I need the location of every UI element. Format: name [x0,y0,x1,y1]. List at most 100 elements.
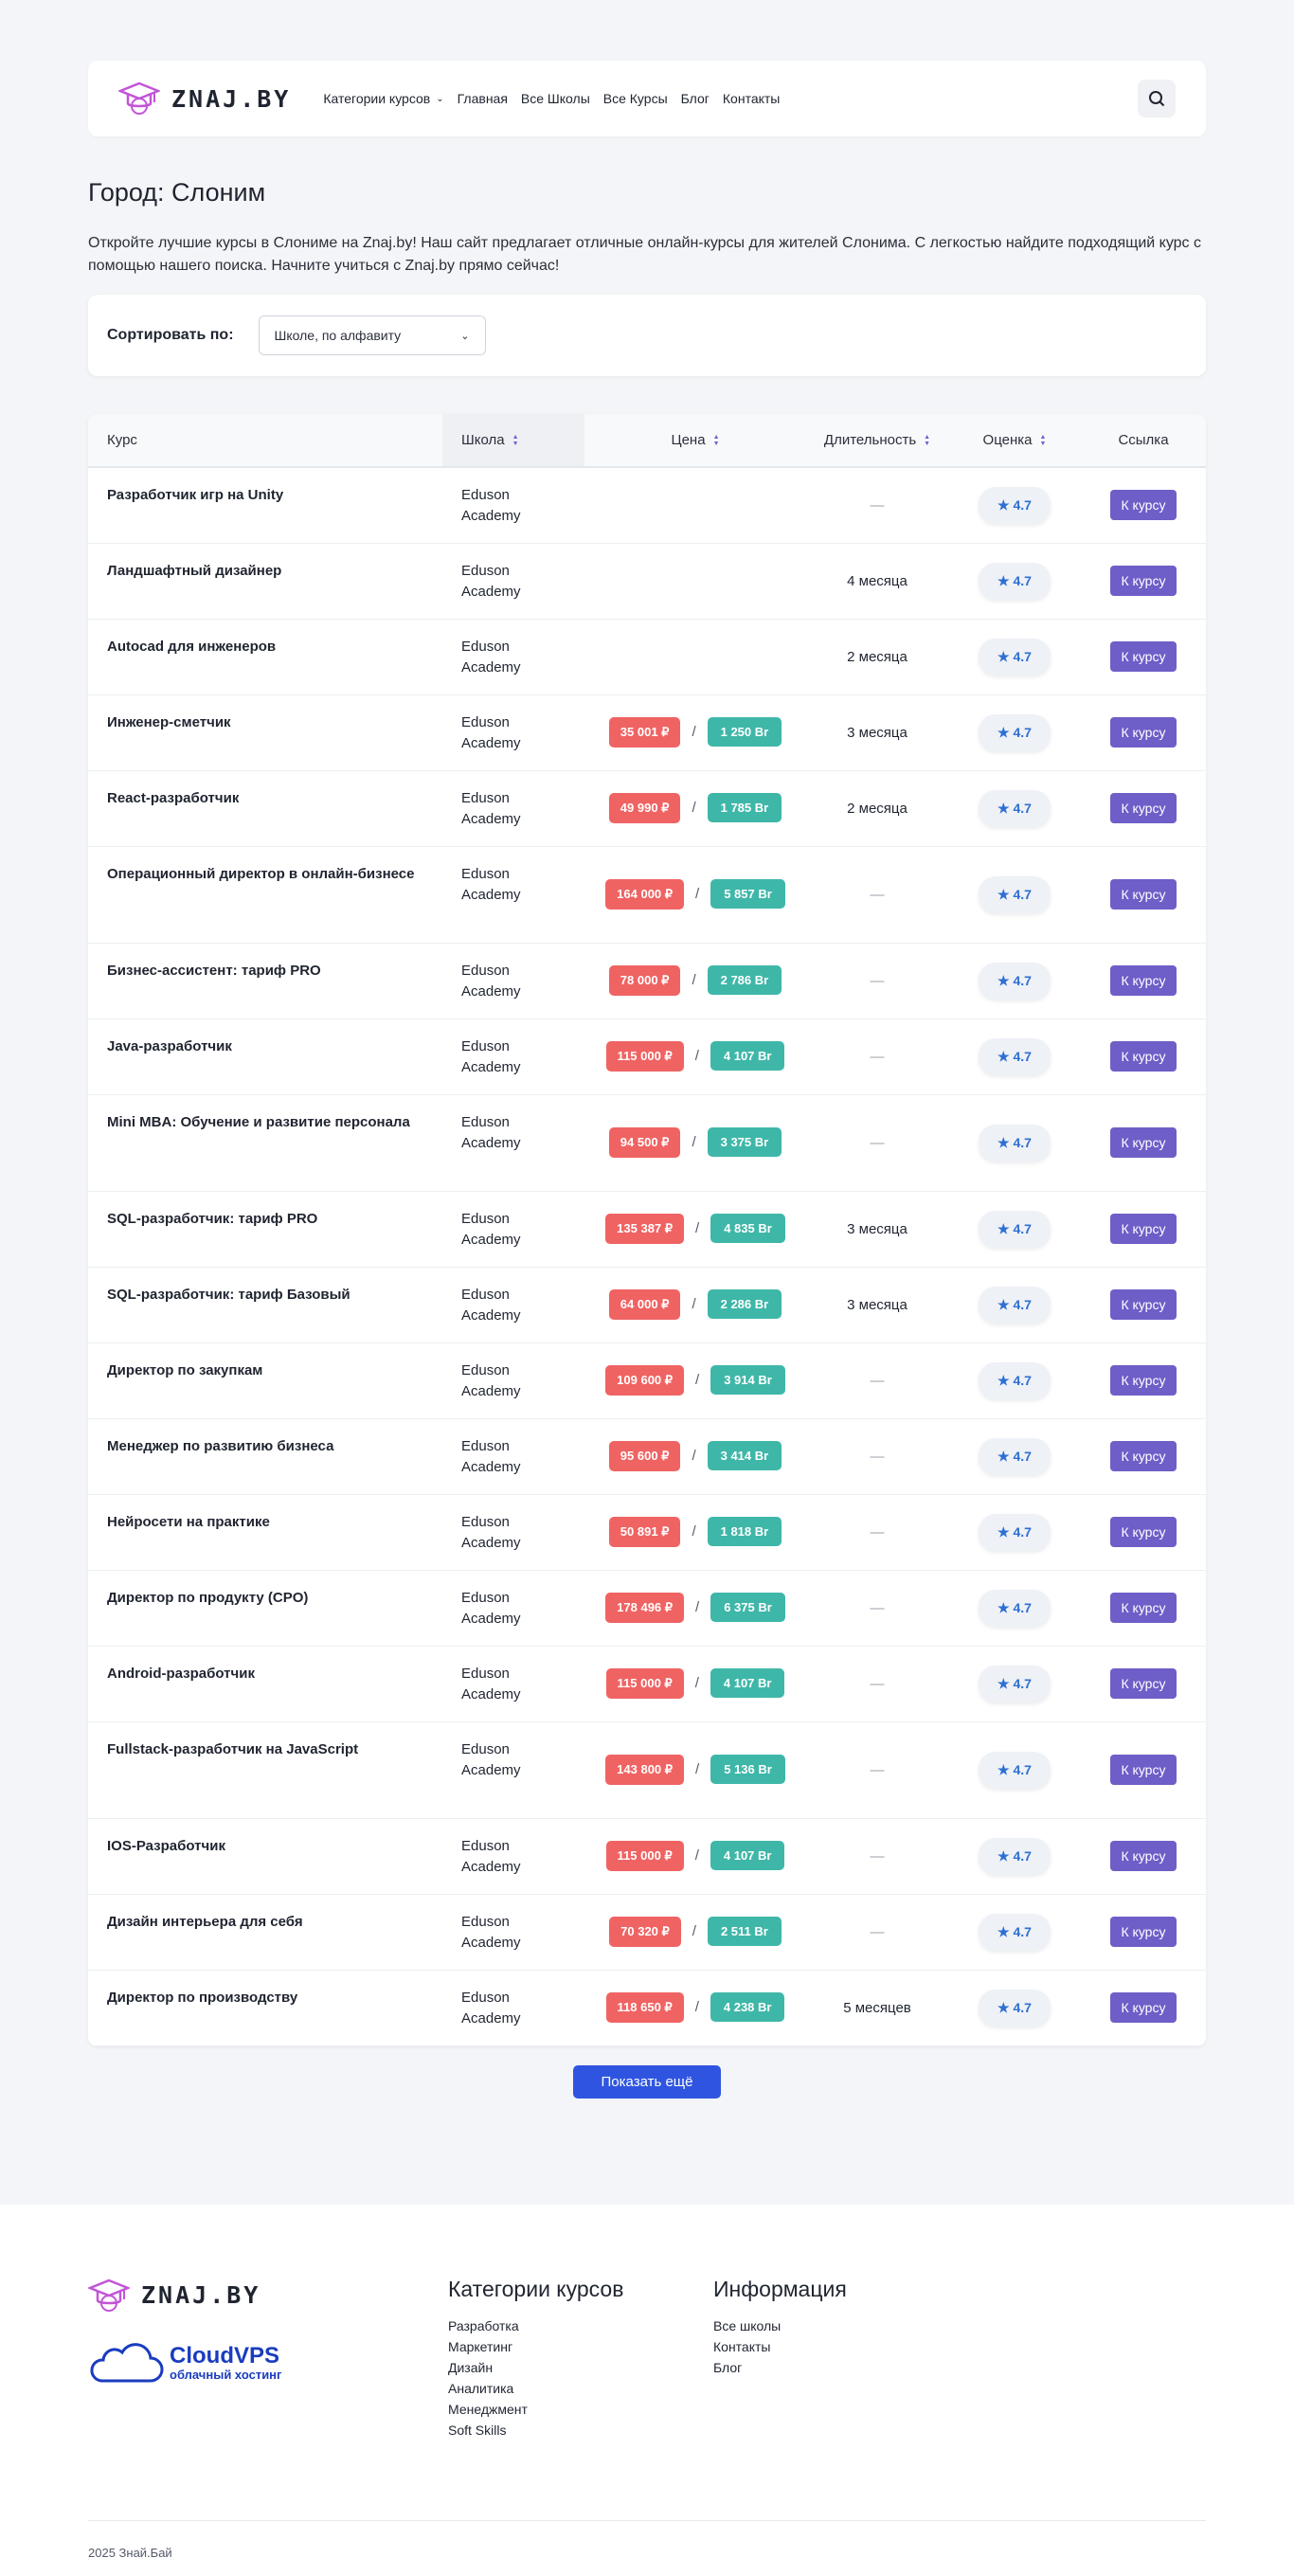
duration-cell: 5 месяцев [806,1970,948,2046]
price-byn: 2 511 Br [707,1917,782,1946]
school-name: Eduson Academy [442,694,584,771]
sort-value: Школе, по алфавиту [274,328,402,343]
footer-category-link[interactable]: Дизайн [448,2357,713,2378]
link-cell: К курсу [1081,1570,1206,1647]
price-byn: 5 857 Br [710,879,785,909]
nav-label: Все Школы [520,91,590,106]
course-link-button[interactable]: К курсу [1109,1214,1177,1244]
rating-cell: ★ 4.7 [948,1570,1081,1647]
price-byn: 4 107 Br [710,1841,785,1870]
header-duration[interactable]: Длительность ▲ ▼ [806,414,948,468]
graduation-cap-icon [118,81,160,115]
course-link-button[interactable]: К курсу [1109,1841,1177,1871]
header-price[interactable]: Цена ▲ ▼ [584,414,806,468]
sort-panel: Сортировать по: Школе, по алфавиту ⌄ [88,295,1206,376]
footer-category-link[interactable]: Маркетинг [448,2336,713,2357]
duration: — [870,1523,885,1540]
price-byn: 4 238 Br [710,1992,785,2022]
rating-cell: ★ 4.7 [948,943,1081,1019]
price-rub: 135 387 ₽ [605,1214,685,1244]
sort-select[interactable]: Школе, по алфавиту ⌄ [258,315,486,355]
link-cell: К курсу [1081,943,1206,1019]
course-link-button[interactable]: К курсу [1109,566,1177,596]
rating-cell: ★ 4.7 [948,1970,1081,2046]
footer-category-link[interactable]: Менеджмент [448,2399,713,2420]
course-name: Нейросети на практике [88,1494,442,1571]
school-name: Eduson Academy [442,619,584,695]
price-separator: / [694,1675,699,1691]
course-name: SQL-разработчик: тариф PRO [88,1191,442,1268]
duration: — [870,1675,885,1692]
footer-info-link[interactable]: Блог [713,2357,979,2378]
course-link-button[interactable]: К курсу [1109,1127,1177,1158]
sponsor-cloudvps[interactable]: CloudVPS облачный хостинг [88,2342,448,2385]
course-link-button[interactable]: К курсу [1109,1441,1177,1471]
price-separator: / [692,724,696,740]
course-link-button[interactable]: К курсу [1109,879,1177,910]
rating-badge: ★ 4.7 [979,562,1051,600]
footer-category-link[interactable]: Разработка [448,2315,713,2336]
footer-category-link[interactable]: Аналитика [448,2378,713,2399]
course-link-button[interactable]: К курсу [1109,1289,1177,1320]
price-separator: / [694,1999,699,2015]
footer-categories: Категории курсов Разработка Маркетинг Диза… [448,2277,713,2441]
duration: — [870,1761,885,1778]
course-link-button[interactable]: К курсу [1109,1517,1177,1547]
duration-cell: — [806,943,948,1019]
course-link-button[interactable]: К курсу [1109,1668,1177,1699]
table-row: Android-разработчик Eduson Academy 115 000… [88,1646,1206,1722]
price-byn: 1 250 Br [707,717,782,747]
course-link-button[interactable]: К курсу [1109,793,1177,823]
school-name: Eduson Academy [442,1191,584,1268]
price-cell: 115 000 ₽ / 4 107 Br [584,1818,806,1895]
course-link-button[interactable]: К курсу [1109,1755,1177,1785]
logo[interactable]: ZNAJ.BY [118,80,291,117]
price-byn: 1 818 Br [707,1517,782,1546]
course-link-button[interactable]: К курсу [1109,1593,1177,1623]
course-link-button[interactable]: К курсу [1109,1917,1177,1947]
course-link-button[interactable]: К курсу [1109,1041,1177,1072]
rating-cell: ★ 4.7 [948,1818,1081,1895]
price-rub: 143 800 ₽ [605,1755,685,1785]
header-rating[interactable]: Оценка ▲ ▼ [948,414,1081,468]
price-separator: / [692,1134,696,1150]
price-rub: 115 000 ₽ [605,1041,684,1072]
price-cell: 50 891 ₽ / 1 818 Br [584,1494,806,1571]
show-more-button[interactable]: Показать ещё [572,2064,722,2099]
nav-all-courses[interactable]: Все Курсы [603,91,668,106]
footer-info-link[interactable]: Контакты [713,2336,979,2357]
school-name: Eduson Academy [442,1721,584,1819]
price-cell: 115 000 ₽ / 4 107 Br [584,1018,806,1095]
course-name: Android-разработчик [88,1646,442,1722]
duration-cell: 2 месяца [806,770,948,847]
footer-category-link[interactable]: Soft Skills [448,2420,713,2441]
price-separator: / [694,1847,699,1864]
course-link-button[interactable]: К курсу [1109,1992,1177,2023]
rating-cell: ★ 4.7 [948,619,1081,695]
course-link-button[interactable]: К курсу [1109,490,1177,521]
footer-info-link[interactable]: Все школы [713,2315,979,2336]
course-link-button[interactable]: К курсу [1109,965,1177,996]
search-button[interactable] [1138,80,1176,117]
nav-home[interactable]: Главная [458,91,508,106]
price-cell: 118 650 ₽ / 4 238 Br [584,1970,806,2046]
course-link-button[interactable]: К курсу [1109,641,1177,672]
duration-cell: — [806,467,948,544]
rating-badge: ★ 4.7 [979,713,1051,751]
footer-info: Информация Все школы Контакты Блог [713,2277,979,2441]
header-school[interactable]: Школа ▲ ▼ [442,414,584,468]
course-link-button[interactable]: К курсу [1109,717,1177,748]
copyright: 2025 Знай.Бай [88,2545,172,2560]
course-name: Директор по закупкам [88,1342,442,1419]
site-footer: ZNAJ.BY CloudVPS облачный хостинг Катего… [0,2204,1294,2576]
course-link-button[interactable]: К курсу [1109,1365,1177,1396]
link-cell: К курсу [1081,770,1206,847]
nav-all-schools[interactable]: Все Школы [521,91,590,106]
sort-arrows-icon: ▲ ▼ [712,434,720,448]
nav-categories[interactable]: Категории курсов ⌄ [323,91,443,106]
footer-logo[interactable]: ZNAJ.BY [88,2277,448,2315]
school-name: Eduson Academy [442,1267,584,1343]
course-name: React-разработчик [88,770,442,847]
nav-blog[interactable]: Блог [681,91,710,106]
nav-contacts[interactable]: Контакты [723,91,780,106]
